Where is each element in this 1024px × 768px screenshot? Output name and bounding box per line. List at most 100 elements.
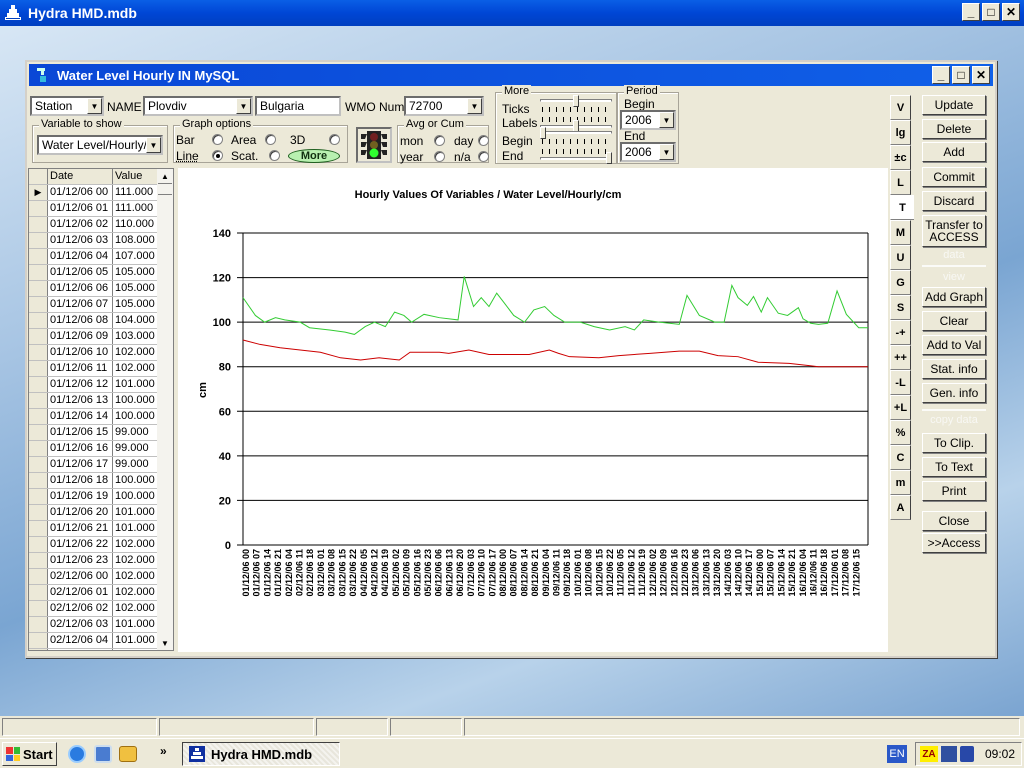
table-row[interactable]: 01/12/06 16 99.000 — [29, 441, 173, 457]
date-cell[interactable]: 02/12/06 03 — [48, 617, 113, 632]
value-cell[interactable]: 100.000 — [113, 393, 159, 408]
row-selector[interactable] — [29, 569, 48, 584]
value-cell[interactable]: 101.000 — [113, 633, 159, 648]
date-cell[interactable]: 01/12/06 10 — [48, 345, 113, 360]
na-radio[interactable] — [478, 151, 489, 162]
value-cell[interactable]: 107.000 — [113, 249, 159, 264]
table-row[interactable]: 01/12/06 08 104.000 — [29, 313, 173, 329]
scroll-thumb[interactable] — [158, 183, 172, 195]
side-tab[interactable]: ±c — [890, 145, 911, 170]
value-column-header[interactable]: Value — [113, 169, 159, 184]
current-row-indicator-icon[interactable]: ▶ — [29, 185, 48, 200]
date-cell[interactable]: 01/12/06 21 — [48, 521, 113, 536]
value-cell[interactable]: 102.000 — [113, 601, 159, 616]
station-type-combo[interactable]: Station ▼ — [30, 96, 104, 116]
wmo-combo[interactable]: 72700 ▼ — [404, 96, 484, 116]
value-cell[interactable]: 102.000 — [113, 553, 159, 568]
value-cell[interactable]: 103.000 — [113, 329, 159, 344]
table-row[interactable]: 01/12/06 21 101.000 — [29, 521, 173, 537]
row-selector[interactable] — [29, 425, 48, 440]
side-tab[interactable]: L — [890, 170, 911, 195]
close-button[interactable]: Close — [922, 511, 986, 531]
begin-end-slider[interactable] — [540, 127, 612, 167]
value-cell[interactable]: 100.000 — [113, 409, 159, 424]
table-row[interactable]: 01/12/06 09 103.000 — [29, 329, 173, 345]
date-cell[interactable]: 01/12/06 14 — [48, 409, 113, 424]
table-row[interactable]: 02/12/06 00 102.000 — [29, 569, 173, 585]
table-row[interactable]: 01/12/06 14 100.000 — [29, 409, 173, 425]
value-cell[interactable]: 99.000 — [113, 441, 159, 456]
table-row[interactable]: 01/12/06 05 105.000 — [29, 265, 173, 281]
mon-radio[interactable] — [434, 135, 445, 146]
date-cell[interactable]: 01/12/06 05 — [48, 265, 113, 280]
table-row[interactable]: 01/12/06 06 105.000 — [29, 281, 173, 297]
internet-explorer-icon[interactable] — [68, 745, 86, 763]
table-row[interactable]: ▶ 01/12/06 00 111.000 — [29, 185, 173, 201]
row-selector[interactable] — [29, 297, 48, 312]
start-button[interactable]: Start — [2, 742, 57, 766]
row-selector[interactable] — [29, 617, 48, 632]
to-clip-button[interactable]: To Clip. — [922, 433, 986, 453]
table-row[interactable]: 01/12/06 07 105.000 — [29, 297, 173, 313]
period-begin-combo[interactable]: 2006 ▼ — [620, 110, 676, 130]
value-cell[interactable]: 105.000 — [113, 265, 159, 280]
app-close-button[interactable]: ✕ — [1002, 3, 1020, 21]
table-row[interactable]: 01/12/06 23 102.000 — [29, 553, 173, 569]
child-minimize-button[interactable]: _ — [932, 66, 950, 84]
row-selector[interactable] — [29, 457, 48, 472]
date-cell[interactable]: 01/12/06 16 — [48, 441, 113, 456]
table-row[interactable]: 01/12/06 02 110.000 — [29, 217, 173, 233]
value-cell[interactable]: 99.000 — [113, 457, 159, 472]
row-selector[interactable] — [29, 409, 48, 424]
table-row[interactable]: 02/12/06 04 101.000 — [29, 633, 173, 649]
side-tab[interactable]: -L — [890, 370, 911, 395]
value-cell[interactable]: 111.000 — [113, 185, 159, 200]
value-cell[interactable]: 101.000 — [113, 505, 159, 520]
table-row[interactable]: 01/12/06 03 108.000 — [29, 233, 173, 249]
update-icon[interactable] — [960, 746, 974, 762]
row-selector[interactable] — [29, 393, 48, 408]
taskbar-item-hydra[interactable]: Hydra HMD.mdb — [182, 742, 340, 766]
table-row[interactable]: 01/12/06 04 107.000 — [29, 249, 173, 265]
language-indicator[interactable]: EN — [887, 745, 907, 763]
to-text-button[interactable]: To Text — [922, 457, 986, 477]
app-maximize-button[interactable]: □ — [982, 3, 1000, 21]
row-selector[interactable] — [29, 201, 48, 216]
date-cell[interactable]: 01/12/06 01 — [48, 201, 113, 216]
side-tab[interactable]: m — [890, 470, 911, 495]
date-cell[interactable]: 01/12/06 08 — [48, 313, 113, 328]
side-tab[interactable]: C — [890, 445, 911, 470]
child-close-button[interactable]: ✕ — [972, 66, 990, 84]
date-cell[interactable]: 01/12/06 12 — [48, 377, 113, 392]
begin-slider-thumb[interactable] — [540, 127, 546, 139]
value-cell[interactable]: 101.000 — [113, 617, 159, 632]
side-tab[interactable]: M — [890, 220, 911, 245]
table-row[interactable]: 01/12/06 11 102.000 — [29, 361, 173, 377]
value-cell[interactable]: 102.000 — [113, 345, 159, 360]
side-tab[interactable]: % — [890, 420, 911, 445]
mail-icon[interactable] — [119, 746, 137, 762]
table-row[interactable]: 01/12/06 19 100.000 — [29, 489, 173, 505]
value-cell[interactable]: 101.000 — [113, 649, 159, 650]
date-cell[interactable]: 01/12/06 19 — [48, 489, 113, 504]
date-cell[interactable]: 01/12/06 18 — [48, 473, 113, 488]
zonealarm-icon[interactable]: ZA — [920, 746, 938, 762]
table-row[interactable]: 01/12/06 01 111.000 — [29, 201, 173, 217]
date-cell[interactable]: 01/12/06 03 — [48, 233, 113, 248]
value-cell[interactable]: 100.000 — [113, 489, 159, 504]
day-radio[interactable] — [478, 135, 489, 146]
value-cell[interactable]: 101.000 — [113, 521, 159, 536]
table-row[interactable]: 01/12/06 22 102.000 — [29, 537, 173, 553]
row-selector[interactable] — [29, 585, 48, 600]
date-cell[interactable]: 02/12/06 05 — [48, 649, 113, 650]
side-tab[interactable]: -+ — [890, 320, 911, 345]
date-cell[interactable]: 01/12/06 02 — [48, 217, 113, 232]
ticks-slider-thumb[interactable] — [573, 95, 579, 107]
print-button[interactable]: Print — [922, 481, 986, 501]
value-cell[interactable]: 105.000 — [113, 297, 159, 312]
scat-radio[interactable] — [269, 150, 280, 161]
row-selector[interactable] — [29, 217, 48, 232]
row-selector[interactable] — [29, 521, 48, 536]
chevron-down-icon[interactable]: ▼ — [236, 98, 251, 114]
value-cell[interactable]: 101.000 — [113, 377, 159, 392]
